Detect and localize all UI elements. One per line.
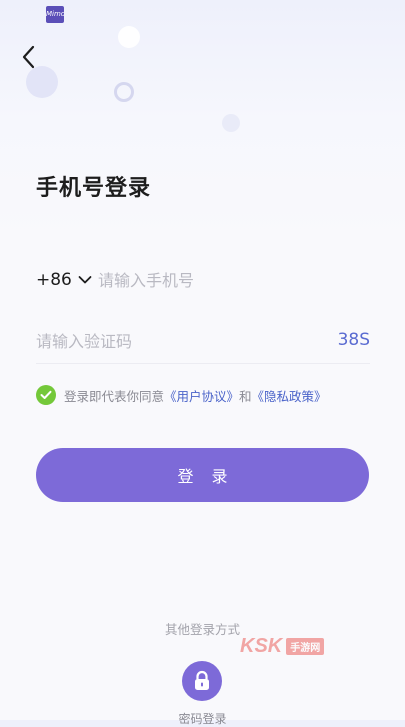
back-button[interactable]: [14, 40, 44, 74]
country-code-select[interactable]: +86: [36, 267, 92, 293]
verification-row: 38S: [36, 323, 370, 364]
decorative-ring: [114, 82, 134, 102]
chevron-left-icon: [22, 45, 35, 69]
watermark-logo: KSK 手游网: [240, 634, 325, 658]
password-login-label: 密码登录: [178, 712, 227, 726]
privacy-policy-link[interactable]: 《隐私政策》: [252, 389, 327, 404]
agreement-text: 登录即代表你同意《用户协议》和《隐私政策》: [64, 386, 327, 405]
phone-row: +86: [36, 262, 370, 298]
password-login-button[interactable]: [182, 661, 222, 701]
country-code: +86: [36, 270, 72, 290]
lock-icon: [195, 670, 209, 690]
page-title: 手机号登录: [36, 176, 152, 201]
agreement-and: 和: [239, 388, 252, 404]
decorative-circle: [222, 114, 240, 132]
decorative-circle: [118, 26, 140, 48]
user-agreement-link[interactable]: 《用户协议》: [164, 389, 239, 404]
other-login-methods-title: 其他登录方式: [164, 622, 240, 637]
agreement-row: 登录即代表你同意《用户协议》和《隐私政策》: [36, 384, 327, 406]
resend-countdown[interactable]: 38S: [338, 330, 370, 350]
chevron-down-icon: [78, 276, 92, 284]
watermark-text: KSK: [240, 634, 283, 657]
status-bar: Mimo: [0, 0, 405, 26]
agreement-checkbox[interactable]: [36, 385, 56, 405]
phone-input[interactable]: [98, 268, 358, 292]
verification-code-input[interactable]: [36, 329, 286, 353]
watermark-sub: 手游网: [286, 637, 325, 655]
agreement-prefix: 登录即代表你同意: [64, 388, 165, 404]
check-icon: [40, 390, 52, 399]
app-notification-icon: Mimo: [46, 6, 64, 23]
login-button[interactable]: 登录: [36, 448, 369, 502]
